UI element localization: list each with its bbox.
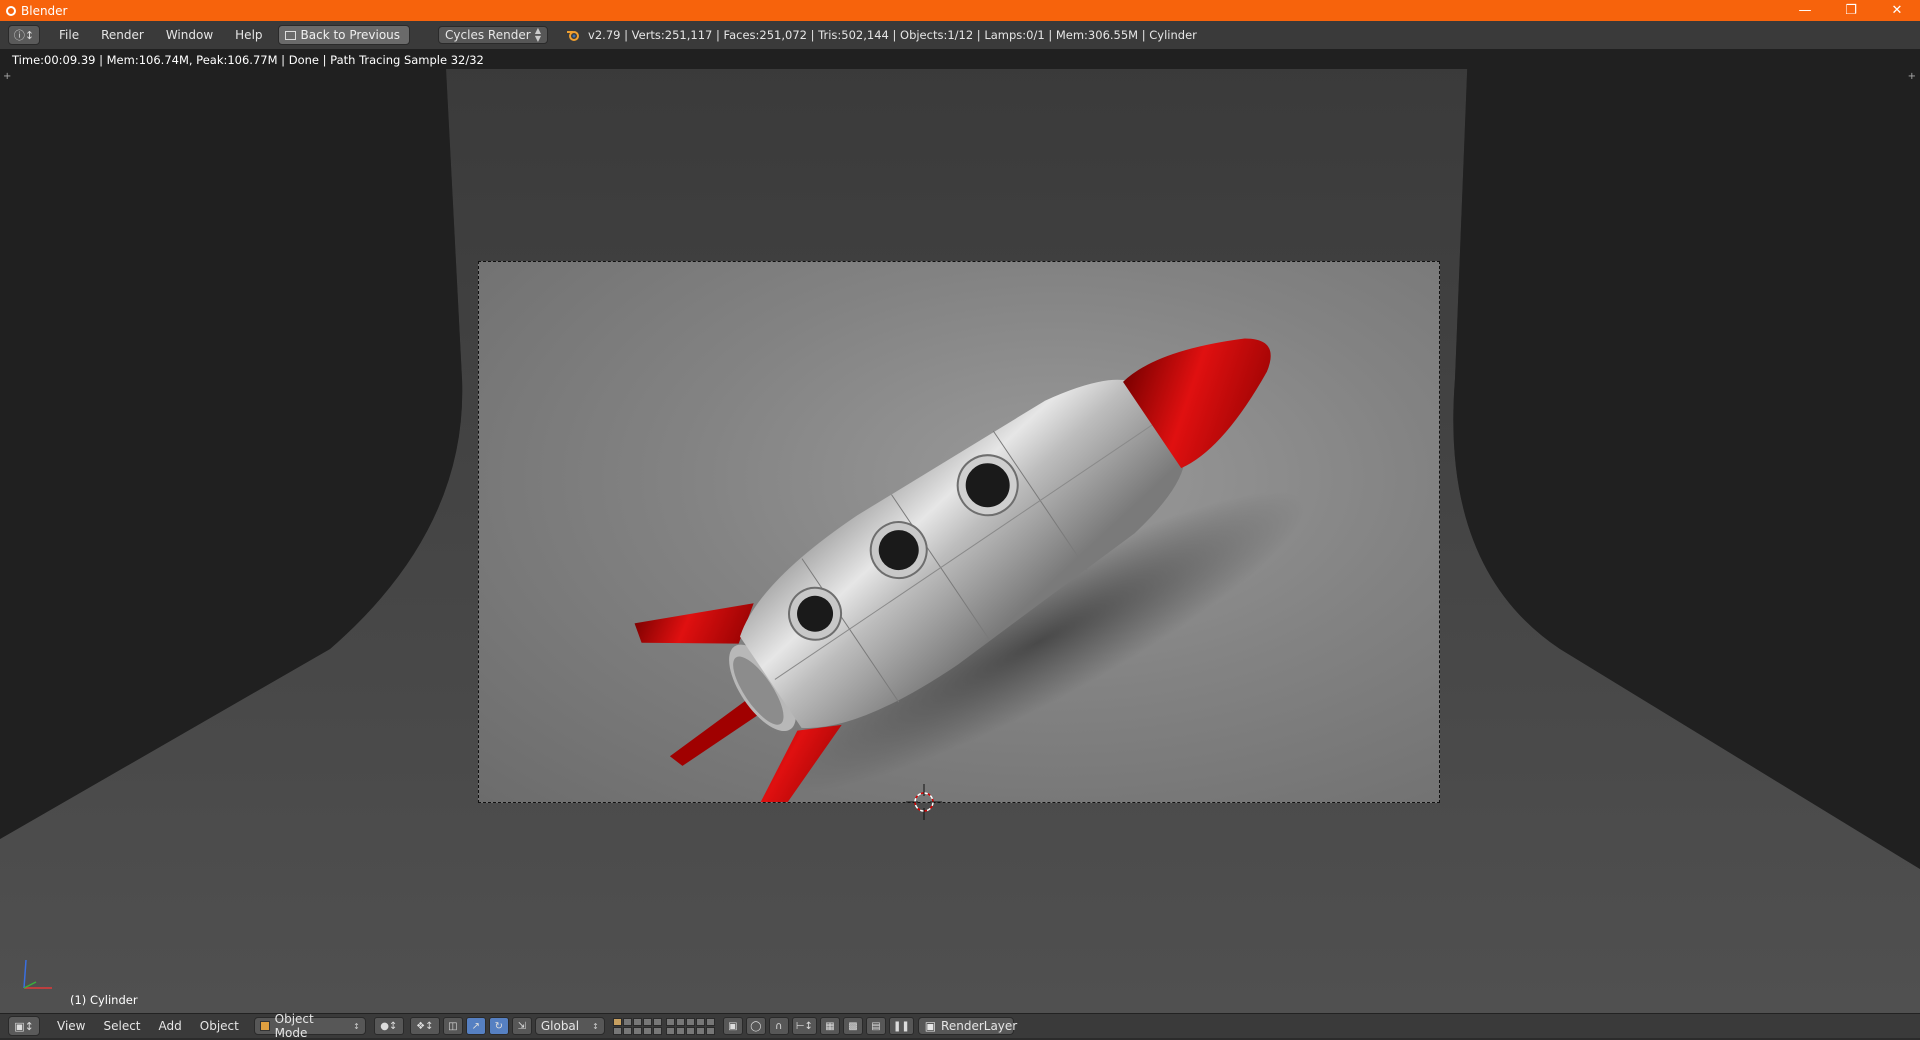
transform-orientation-value: Global bbox=[540, 1019, 580, 1033]
area-split-icon[interactable]: + bbox=[3, 71, 11, 82]
back-to-previous-button[interactable]: Back to Previous bbox=[277, 25, 411, 45]
menu-object[interactable]: Object bbox=[191, 1019, 248, 1033]
info-icon: ⓘ↕ bbox=[13, 29, 35, 42]
chevron-updown-icon: ↕ bbox=[353, 1021, 360, 1031]
3d-view-header: ▣↕ View Select Add Object Object Mode ↕ … bbox=[0, 1012, 1920, 1040]
window-titlebar: Blender — ❐ ✕ bbox=[0, 0, 1920, 21]
manipulator-icon: ◫ bbox=[448, 1020, 458, 1032]
3d-view-menu: View Select Add Object bbox=[48, 1019, 248, 1033]
menu-select[interactable]: Select bbox=[94, 1019, 149, 1033]
snap-element-icon: ⊢↕ bbox=[795, 1020, 813, 1032]
active-object-label: (1) Cylinder bbox=[70, 993, 138, 1007]
blender-logo-icon bbox=[566, 29, 580, 41]
render-status-text: Time:00:09.39 | Mem:106.74M, Peak:106.77… bbox=[12, 53, 484, 67]
render-layer-icon: ▣ bbox=[924, 1019, 937, 1033]
back-to-previous-label: Back to Previous bbox=[300, 28, 401, 42]
transform-orientation-select[interactable]: Global ↕ bbox=[534, 1017, 605, 1035]
scale-icon: ⇲ bbox=[517, 1020, 527, 1032]
pivot-icon: ❖↕ bbox=[416, 1020, 434, 1032]
interaction-mode-select[interactable]: Object Mode ↕ bbox=[253, 1012, 366, 1040]
window-title: Blender bbox=[21, 3, 68, 18]
magnet-icon: ∩ bbox=[775, 1020, 783, 1032]
lock-icon: ▣ bbox=[728, 1020, 738, 1032]
render-engine-value: Cycles Render bbox=[445, 28, 531, 42]
snap-element-select[interactable]: ⊢↕ bbox=[791, 1017, 817, 1035]
viewport-shading-select[interactable]: ●↕ bbox=[373, 1017, 404, 1035]
menu-window[interactable]: Window bbox=[155, 28, 224, 42]
render-layer-button[interactable]: ▣ RenderLayer bbox=[917, 1017, 1018, 1035]
chevron-updown-icon: ▲ ▼ bbox=[534, 26, 542, 43]
scene-layers-a[interactable] bbox=[612, 1017, 662, 1035]
axes-gizmo-icon bbox=[23, 959, 52, 989]
pivot-point-select[interactable]: ❖↕ bbox=[409, 1017, 440, 1035]
rotate-icon: ↻ bbox=[494, 1020, 504, 1032]
camera-icon: ▩ bbox=[848, 1020, 858, 1032]
editor-type-selector[interactable]: ▣↕ bbox=[8, 1016, 40, 1036]
menu-file[interactable]: File bbox=[48, 28, 90, 42]
shading-sphere-icon: ●↕ bbox=[380, 1020, 398, 1032]
main-menu: File Render Window Help bbox=[48, 28, 274, 42]
info-header: ⓘ↕ File Render Window Help Back to Previ… bbox=[0, 21, 1920, 50]
render-layer-value: RenderLayer bbox=[941, 1019, 1018, 1033]
scene-layers-b[interactable] bbox=[665, 1017, 715, 1035]
menu-add[interactable]: Add bbox=[150, 1019, 191, 1033]
blender-app-icon bbox=[6, 5, 16, 16]
scene-stats: v2.79 | Verts:251,117 | Faces:251,072 | … bbox=[588, 28, 1197, 42]
camera-frame bbox=[478, 261, 1440, 803]
interaction-mode-value: Object Mode bbox=[274, 1012, 314, 1040]
area-split-icon[interactable]: + bbox=[1908, 71, 1916, 82]
film-icon: ▤ bbox=[871, 1020, 881, 1032]
restore-button[interactable]: ❐ bbox=[1828, 0, 1874, 21]
manipulator-toggle[interactable]: ◫ bbox=[442, 1017, 463, 1035]
minimize-button[interactable]: — bbox=[1782, 0, 1828, 21]
snap-target-button[interactable]: ▦ bbox=[819, 1017, 840, 1035]
3d-cursor-icon[interactable] bbox=[906, 784, 942, 820]
menu-render[interactable]: Render bbox=[90, 28, 155, 42]
opengl-render-image-button[interactable]: ▩ bbox=[842, 1017, 863, 1035]
menu-view[interactable]: View bbox=[48, 1019, 94, 1033]
close-button[interactable]: ✕ bbox=[1874, 0, 1920, 21]
translate-manipulator-button[interactable]: ↗ bbox=[465, 1017, 486, 1035]
translate-arrow-icon: ↗ bbox=[471, 1020, 481, 1032]
editor-type-selector[interactable]: ⓘ↕ bbox=[8, 25, 40, 45]
scale-manipulator-button[interactable]: ⇲ bbox=[511, 1017, 532, 1035]
pause-button[interactable]: ❚❚ bbox=[888, 1017, 914, 1035]
snap-toggle-button[interactable]: ∩ bbox=[768, 1017, 789, 1035]
lock-camera-button[interactable]: ▣ bbox=[722, 1017, 743, 1035]
render-engine-select[interactable]: Cycles Render ▲ ▼ bbox=[438, 26, 549, 44]
3d-view-icon: ▣↕ bbox=[14, 1019, 34, 1033]
screen-back-icon bbox=[284, 30, 296, 40]
proportional-edit-button[interactable]: ◯ bbox=[745, 1017, 766, 1035]
rotate-manipulator-button[interactable]: ↻ bbox=[488, 1017, 509, 1035]
snap-target-icon: ▦ bbox=[825, 1020, 835, 1032]
opengl-render-animation-button[interactable]: ▤ bbox=[865, 1017, 886, 1035]
chevron-updown-icon: ↕ bbox=[592, 1021, 599, 1031]
proportional-icon: ◯ bbox=[750, 1020, 762, 1032]
menu-help[interactable]: Help bbox=[224, 28, 273, 42]
object-mode-icon bbox=[259, 1021, 270, 1031]
pause-icon: ❚❚ bbox=[892, 1020, 910, 1032]
3d-viewport[interactable]: Time:00:09.39 | Mem:106.74M, Peak:106.77… bbox=[0, 49, 1920, 1013]
rendered-rocket-image bbox=[634, 338, 1306, 802]
